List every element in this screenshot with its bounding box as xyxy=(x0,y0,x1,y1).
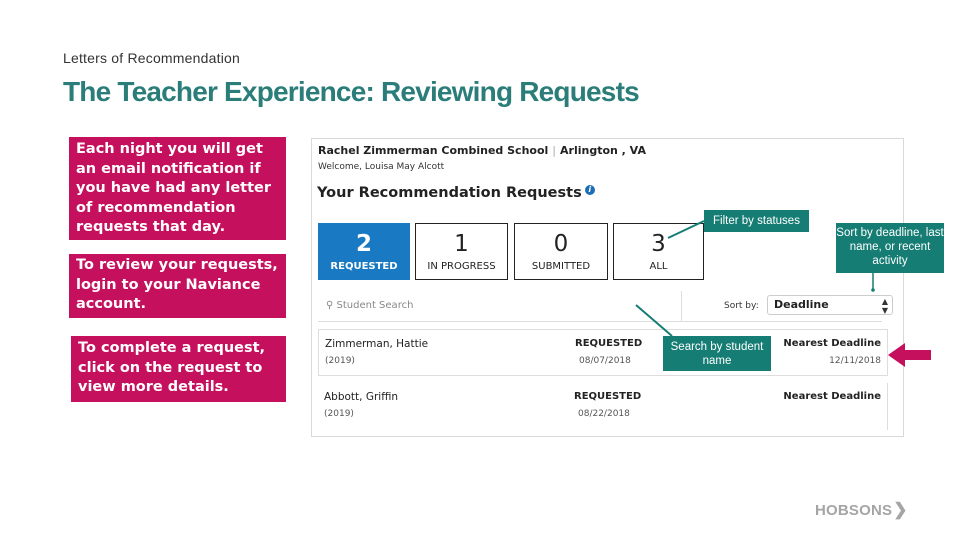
annotation-search: Search by student name xyxy=(663,336,771,371)
logo-chevron-icon: ❯ xyxy=(893,500,908,519)
pointer-arrow-icon xyxy=(888,343,931,367)
filter-arrow-line xyxy=(667,220,705,239)
annotation-sort: Sort by deadline, last name, or recent a… xyxy=(836,223,944,273)
logo-text: HOBSONS xyxy=(815,502,893,519)
annotation-arrows xyxy=(635,220,931,367)
hobsons-logo: HOBSONS❯ xyxy=(815,500,908,520)
search-arrow-line xyxy=(635,304,673,337)
sort-arrow-dot xyxy=(871,288,875,292)
annotation-filter-statuses: Filter by statuses xyxy=(704,210,809,232)
